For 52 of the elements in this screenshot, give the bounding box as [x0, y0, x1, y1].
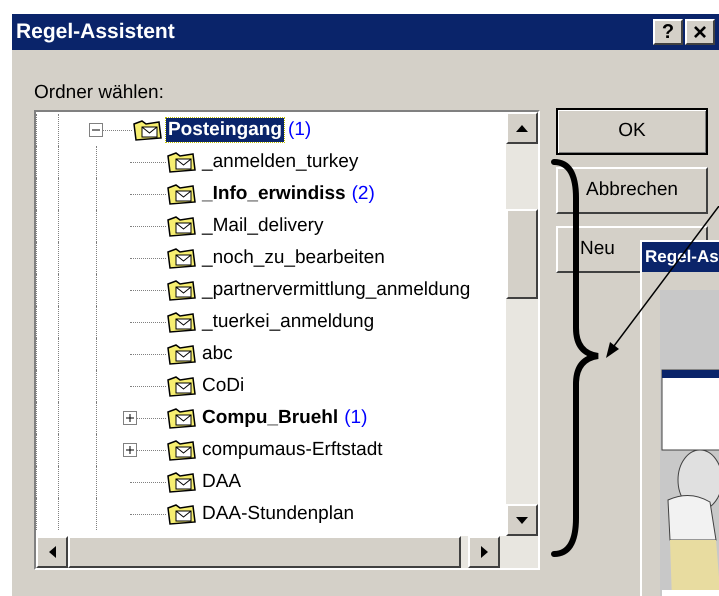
- down-arrow-icon: [516, 516, 528, 524]
- mail-folder-icon: [166, 342, 196, 366]
- folder-name[interactable]: _Mail_delivery: [200, 214, 326, 238]
- window-title: Regel-Assistent: [16, 19, 175, 46]
- folder-name[interactable]: _noch_zu_bearbeiten: [200, 246, 387, 270]
- mail-folder-icon: [166, 438, 196, 462]
- folder-name[interactable]: _anmelden_turkey: [200, 150, 360, 174]
- folder-name[interactable]: compumaus-Erftstadt: [200, 438, 385, 462]
- close-button[interactable]: ×: [685, 19, 715, 45]
- mail-folder-icon: [166, 246, 196, 270]
- scroll-thumb[interactable]: [68, 536, 461, 568]
- folder-name[interactable]: Posteingang: [166, 118, 284, 142]
- horizontal-scrollbar[interactable]: [36, 536, 538, 568]
- expand-toggle[interactable]: [123, 411, 137, 425]
- unread-count: (1): [344, 406, 368, 430]
- mail-folder-icon: [166, 310, 196, 334]
- scroll-right-button[interactable]: [468, 536, 500, 568]
- folder-name[interactable]: _tuerkei_anmeldung: [200, 310, 376, 334]
- plus-icon: [126, 414, 134, 422]
- mail-folder-icon: [166, 214, 196, 238]
- expand-toggle[interactable]: [123, 443, 137, 457]
- folder-name[interactable]: _partnervermittlung_anmeldung: [200, 278, 472, 302]
- mail-folder-icon: [166, 182, 196, 206]
- collapse-toggle[interactable]: [89, 123, 103, 137]
- folder-name[interactable]: DAA-Stundenplan: [200, 502, 356, 526]
- mail-folder-icon: [166, 374, 196, 398]
- scroll-left-button[interactable]: [36, 536, 68, 568]
- mail-folder-icon: [166, 406, 196, 430]
- mail-folder-icon: [132, 118, 162, 142]
- mail-folder-icon: [166, 150, 196, 174]
- mail-folder-icon: [166, 502, 196, 526]
- left-arrow-icon: [48, 546, 56, 558]
- right-arrow-icon: [480, 546, 488, 558]
- unread-count: (2): [352, 182, 375, 206]
- unread-count: (1): [288, 118, 312, 142]
- dialog-button[interactable]: Abbrechen: [556, 167, 708, 214]
- folder-name[interactable]: _Info_erwindiss: [200, 182, 348, 206]
- up-arrow-icon: [516, 124, 528, 132]
- folder-name[interactable]: Compu_Bruehl: [200, 406, 340, 430]
- scroll-up-button[interactable]: [506, 112, 538, 144]
- folder-name[interactable]: CoDi: [200, 374, 246, 398]
- folder-label: Ordner wählen:: [34, 82, 165, 104]
- scroll-down-button[interactable]: [506, 504, 538, 536]
- vertical-scrollbar[interactable]: [506, 112, 538, 536]
- dialog-button[interactable]: OK: [556, 108, 708, 155]
- help-button[interactable]: ?: [653, 19, 683, 45]
- mail-folder-icon: [166, 278, 196, 302]
- scroll-thumb[interactable]: [506, 209, 538, 299]
- folder-name[interactable]: DAA: [200, 470, 244, 494]
- plus-icon: [126, 446, 134, 454]
- folder-name[interactable]: abc: [200, 342, 235, 366]
- mail-folder-icon: [166, 470, 196, 494]
